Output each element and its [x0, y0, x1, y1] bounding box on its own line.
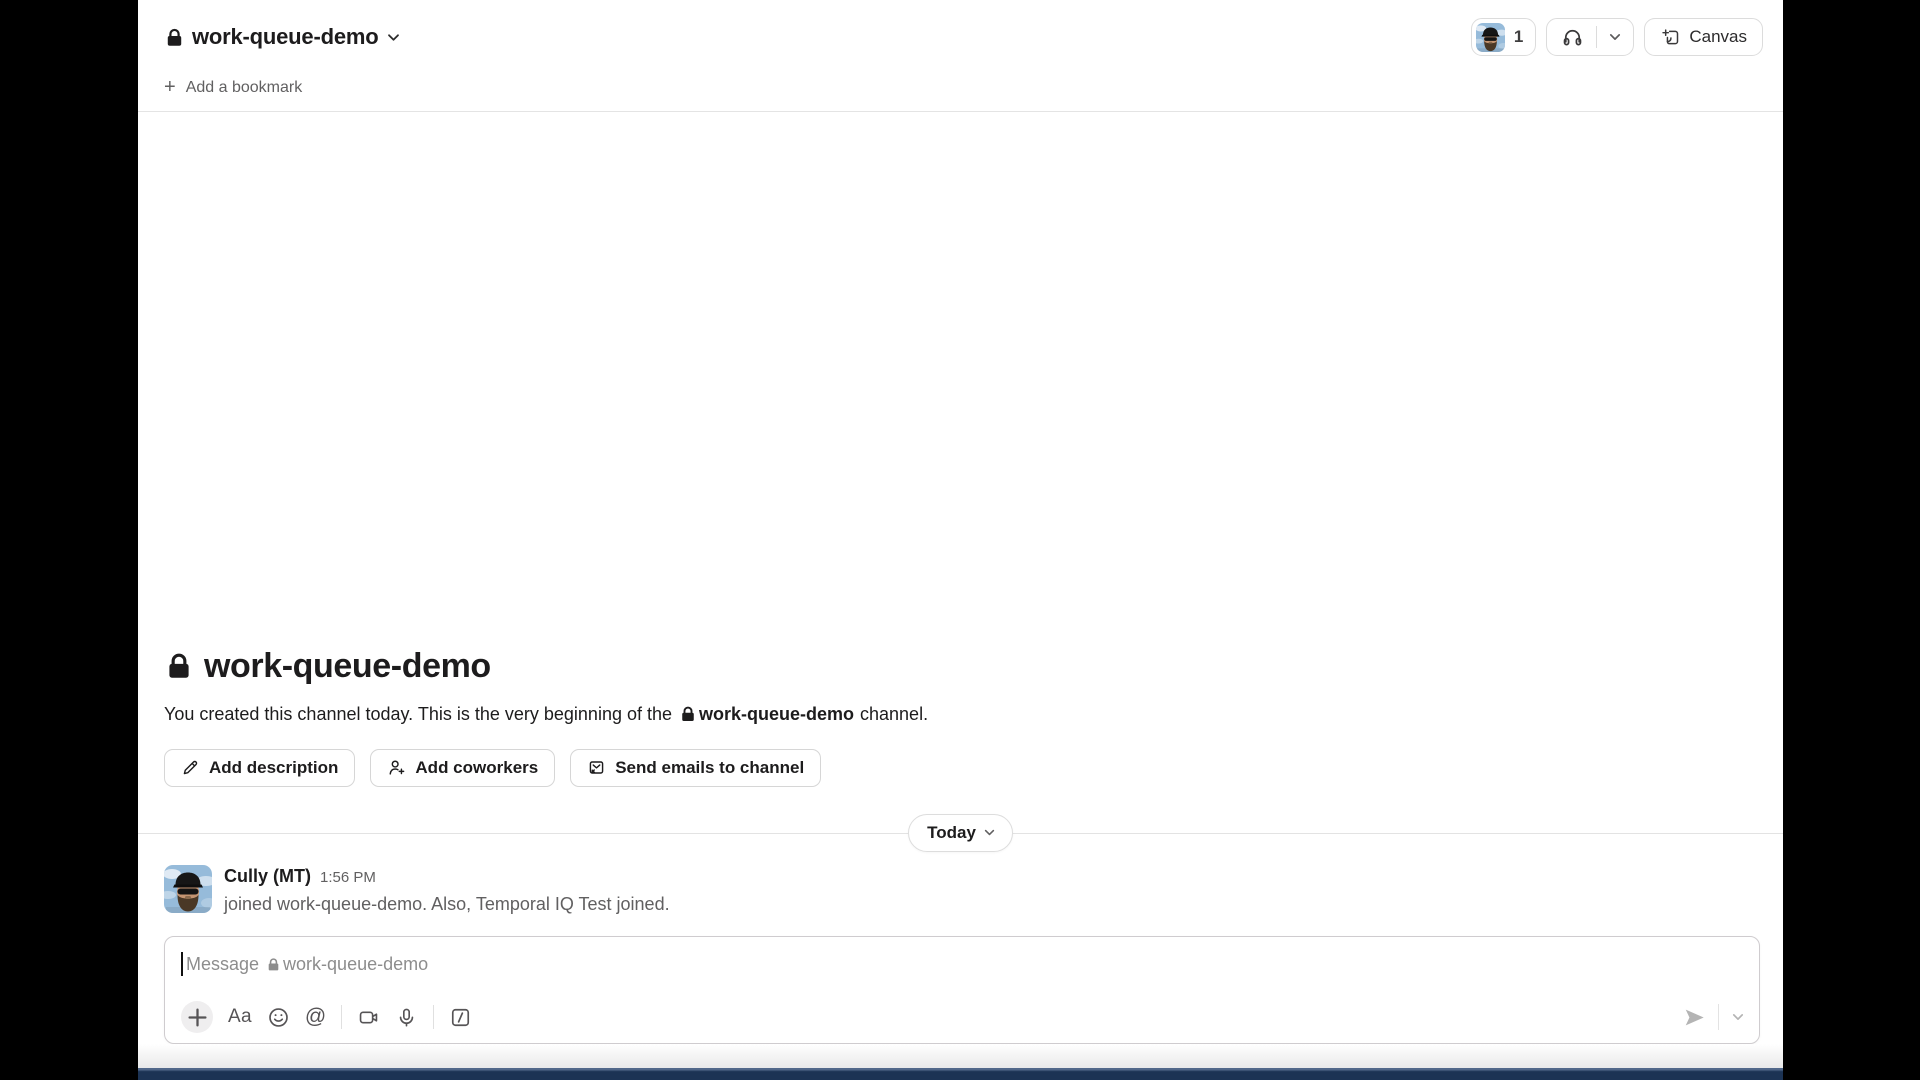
- date-label: Today: [927, 823, 976, 843]
- lock-icon: [164, 651, 194, 681]
- members-button[interactable]: 1: [1471, 18, 1536, 56]
- intro-title: work-queue-demo: [204, 647, 491, 686]
- send-area: [1683, 1004, 1745, 1030]
- add-description-button[interactable]: Add description: [164, 749, 355, 787]
- window-bottom-bar: [138, 1068, 1783, 1080]
- button-label: Add description: [209, 758, 338, 778]
- text-caret: [181, 952, 183, 976]
- placeholder-channel: work-queue-demo: [283, 954, 428, 975]
- email-icon: [587, 758, 606, 777]
- lock-icon: [164, 27, 185, 48]
- intro-text-prefix: You created this channel today. This is …: [164, 704, 672, 725]
- message-composer: Message work-queue-demo Aa: [164, 936, 1760, 1044]
- pencil-icon: [181, 758, 200, 777]
- lock-icon: [266, 957, 281, 972]
- chevron-down-icon: [983, 826, 996, 839]
- intro-heading: work-queue-demo: [164, 647, 1757, 686]
- date-pill-button[interactable]: Today: [908, 814, 1013, 852]
- add-coworkers-button[interactable]: Add coworkers: [370, 749, 555, 787]
- composer-wrap: Message work-queue-demo Aa: [138, 936, 1783, 1044]
- intro-text-suffix: channel.: [860, 704, 928, 725]
- message-input[interactable]: Message work-queue-demo: [181, 952, 1745, 976]
- intro-description: You created this channel today. This is …: [164, 704, 1757, 725]
- send-button[interactable]: [1683, 1006, 1706, 1029]
- member-count: 1: [1514, 27, 1523, 47]
- headphones-icon: [1561, 26, 1584, 49]
- input-placeholder: Message work-queue-demo: [186, 954, 428, 975]
- add-bookmark-button[interactable]: + Add a bookmark: [164, 79, 302, 97]
- message-meta: Cully (MT) 1:56 PM: [224, 866, 670, 887]
- audio-clip-button[interactable]: [395, 1006, 418, 1029]
- canvas-icon: [1660, 27, 1681, 48]
- send-divider: [1718, 1004, 1719, 1030]
- send-emails-button[interactable]: Send emails to channel: [570, 749, 821, 787]
- canvas-button[interactable]: Canvas: [1644, 18, 1763, 56]
- video-icon: [357, 1006, 380, 1029]
- header-actions: 1: [1471, 18, 1763, 56]
- intro-channel-ref: work-queue-demo: [699, 704, 854, 725]
- message-list: work-queue-demo You created this channel…: [138, 112, 1783, 936]
- add-bookmark-label: Add a bookmark: [186, 79, 303, 97]
- canvas-label: Canvas: [1689, 27, 1747, 47]
- channel-header: work-queue-demo 1: [138, 0, 1783, 64]
- formatting-button[interactable]: Aa: [228, 1006, 252, 1028]
- slash-shortcuts-icon: [449, 1006, 472, 1029]
- avatar: [1476, 23, 1505, 52]
- plus-icon: [181, 1001, 213, 1033]
- mic-icon: [395, 1006, 418, 1029]
- button-label: Add coworkers: [415, 758, 538, 778]
- shortcuts-button[interactable]: [449, 1006, 472, 1029]
- schedule-send-button[interactable]: [1731, 1010, 1745, 1024]
- bookmarks-bar: + Add a bookmark: [138, 64, 1783, 112]
- channel-name-button[interactable]: work-queue-demo: [164, 24, 401, 50]
- date-divider: Today: [138, 813, 1783, 853]
- channel-intro: work-queue-demo You created this channel…: [138, 647, 1783, 813]
- channel-title: work-queue-demo: [192, 24, 378, 50]
- emoji-button[interactable]: [267, 1006, 290, 1029]
- lock-icon: [679, 705, 697, 723]
- chevron-down-icon: [386, 30, 401, 45]
- message-row: Cully (MT) 1:56 PM joined work-queue-dem…: [138, 853, 1783, 916]
- composer-toolbar: Aa @: [181, 1001, 1745, 1033]
- toolbar-divider: [341, 1005, 342, 1029]
- huddle-button-group: [1546, 18, 1634, 56]
- toolbar-divider: [433, 1005, 434, 1029]
- button-label: Send emails to channel: [615, 758, 804, 778]
- window-bottom-gradient: [138, 1044, 1783, 1068]
- message-text: joined work-queue-demo. Also, Temporal I…: [224, 892, 670, 916]
- message-timestamp[interactable]: 1:56 PM: [320, 869, 376, 886]
- chevron-down-icon: [1731, 1010, 1745, 1024]
- huddle-options-button[interactable]: [1597, 19, 1633, 55]
- attach-button[interactable]: [181, 1001, 213, 1033]
- avatar[interactable]: [164, 865, 212, 913]
- plus-icon: +: [164, 77, 176, 97]
- placeholder-prefix: Message: [186, 954, 259, 975]
- video-clip-button[interactable]: [357, 1006, 380, 1029]
- send-icon: [1683, 1006, 1706, 1029]
- slack-channel-view: work-queue-demo 1: [138, 0, 1783, 1080]
- message-content: Cully (MT) 1:56 PM joined work-queue-dem…: [224, 865, 670, 916]
- intro-actions: Add description Add coworkers: [164, 749, 1757, 787]
- person-add-icon: [387, 758, 406, 777]
- chevron-down-icon: [1608, 30, 1622, 44]
- mention-button[interactable]: @: [305, 1005, 326, 1029]
- huddle-button[interactable]: [1547, 19, 1596, 55]
- message-author[interactable]: Cully (MT): [224, 866, 311, 887]
- emoji-icon: [267, 1006, 290, 1029]
